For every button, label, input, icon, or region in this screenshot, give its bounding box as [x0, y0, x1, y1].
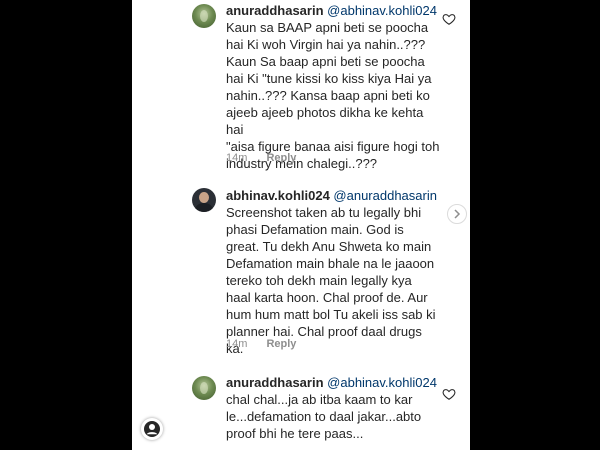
- comments-panel: anuraddhasarin @abhinav.kohli024 Kaun sa…: [132, 0, 470, 450]
- comment-line: le...defamation to daal jakar...abto: [226, 409, 422, 424]
- next-button[interactable]: [447, 204, 467, 224]
- comment-line: proof bhi he tere paas...: [226, 426, 364, 441]
- profile-button[interactable]: [141, 418, 163, 440]
- heart-icon[interactable]: [442, 12, 456, 26]
- comment-line: haal karta hoon. Chal proof de. Aur: [226, 290, 428, 305]
- comment-line: hum hum matt bol Tu akeli iss sab ki: [226, 307, 436, 322]
- comment-line: great. Tu dekh Anu Shweta ko main: [226, 239, 432, 254]
- comment-line: Screenshot taken ab tu legally bhi: [226, 205, 422, 220]
- comment-username[interactable]: anuraddhasarin: [226, 3, 324, 18]
- comment-text: anuraddhasarin @abhinav.kohli024 chal ch…: [226, 374, 440, 442]
- comment-meta: 14m Reply: [226, 338, 296, 350]
- avatar[interactable]: [192, 188, 216, 212]
- comment-text: abhinav.kohli024 @anuraddhasarin Screens…: [226, 187, 440, 357]
- comment-line: ajeeb ajeeb photos dikha ke kehta hai: [226, 105, 424, 137]
- comment-mention[interactable]: @anuraddhasarin: [333, 188, 437, 203]
- profile-icon: [144, 421, 160, 437]
- comment-meta: 14m Reply: [226, 152, 296, 164]
- leaf-avatar-icon: [200, 10, 208, 22]
- comment-mention[interactable]: @abhinav.kohli024: [327, 3, 437, 18]
- comment-time: 14m: [226, 338, 248, 350]
- heart-icon[interactable]: [442, 387, 456, 401]
- reply-button[interactable]: Reply: [266, 338, 296, 350]
- comment-line: Defamation main bhale na le jaaoon: [226, 256, 435, 271]
- comment-time: 14m: [226, 152, 248, 164]
- comment-line: phasi Defamation main. God is: [226, 222, 404, 237]
- avatar[interactable]: [192, 376, 216, 400]
- comment-mention[interactable]: @abhinav.kohli024: [327, 375, 437, 390]
- comment-line: chal chal...ja ab itba kaam to kar: [226, 392, 413, 407]
- comment-line: Kaun Sa baap apni beti se poocha: [226, 54, 425, 69]
- comment-line: hai Ki woh Virgin hai ya nahin..???: [226, 37, 426, 52]
- comment-line: Kaun sa BAAP apni beti se poocha: [226, 20, 429, 35]
- comment-text: anuraddhasarin @abhinav.kohli024 Kaun sa…: [226, 2, 440, 172]
- comment-username[interactable]: anuraddhasarin: [226, 375, 324, 390]
- comment-line: tereko toh dekh main legally kya: [226, 273, 412, 288]
- person-avatar-icon: [199, 192, 209, 203]
- comment-line: hai Ki "tune kissi ko kiss kiya Hai ya: [226, 71, 432, 86]
- leaf-avatar-icon: [200, 382, 208, 394]
- avatar[interactable]: [192, 4, 216, 28]
- chevron-right-icon: [454, 209, 461, 219]
- comment-username[interactable]: abhinav.kohli024: [226, 188, 330, 203]
- reply-button[interactable]: Reply: [266, 152, 296, 164]
- comment-line: nahin..??? Kansa baap apni beti ko: [226, 88, 430, 103]
